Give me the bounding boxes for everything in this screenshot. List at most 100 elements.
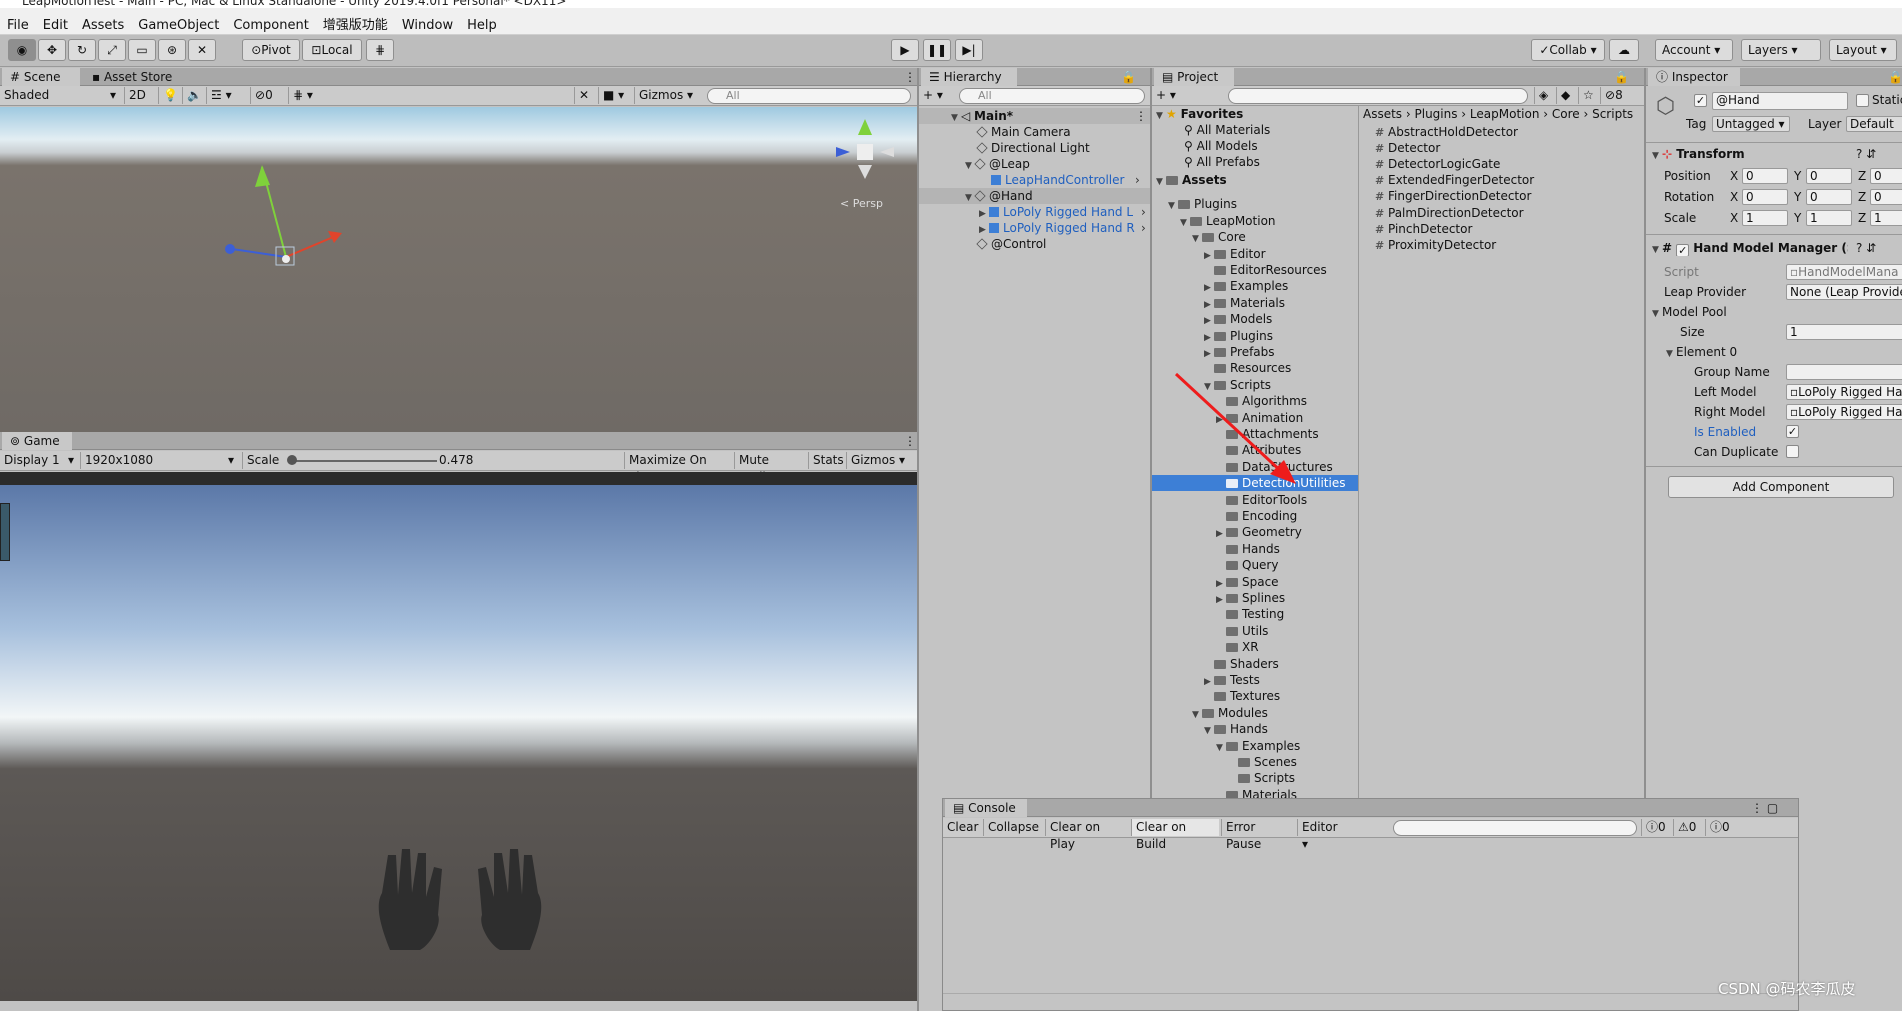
console-error-pause-button[interactable]: Error Pause (1221, 819, 1295, 851)
scale-thumb[interactable] (287, 455, 297, 465)
console-search-input[interactable] (1393, 820, 1637, 836)
breadcrumb-item[interactable]: Plugins (1415, 107, 1458, 121)
hierarchy-item[interactable]: ▶ LoPoly Rigged Hand L (979, 204, 1139, 220)
scale-y[interactable]: 1 (1806, 210, 1852, 226)
local-button[interactable]: ⊡Local (302, 39, 362, 61)
folder-row[interactable]: ▶ Editor (1204, 246, 1266, 262)
folder-row[interactable]: XR (1216, 639, 1259, 655)
folder-row[interactable]: Encoding (1216, 508, 1297, 524)
folder-row[interactable]: Utils (1216, 623, 1268, 639)
hierarchy-item[interactable]: ▶ LoPoly Rigged Hand R (979, 220, 1139, 236)
left-model-field[interactable]: ▫LoPoly Rigged Ha (1786, 384, 1902, 400)
hand-tool-button[interactable]: ◉ (8, 39, 36, 61)
console-clear-button[interactable]: Clear (943, 819, 981, 836)
project-search-input[interactable] (1228, 88, 1528, 104)
resolution-dropdown[interactable]: 1920x1080 ▾ (80, 452, 238, 469)
favorite-item[interactable]: ⚲ All Models (1184, 138, 1258, 154)
folder-row[interactable]: ▼ Core (1192, 229, 1246, 245)
position-z[interactable]: 0 (1870, 168, 1902, 184)
breadcrumb-item[interactable]: LeapMotion (1470, 107, 1540, 121)
prefab-arrow-icon[interactable]: › (1141, 204, 1146, 220)
console-log-toggle[interactable]: ⓘ0 (1641, 819, 1671, 836)
scene-gizmos-dropdown[interactable]: Gizmos ▾ (634, 87, 698, 104)
menu-assets[interactable]: Assets (75, 12, 131, 33)
folder-row[interactable]: ▶ Geometry (1216, 524, 1302, 540)
filter-label-icon[interactable]: ◆ (1556, 87, 1578, 104)
tools-icon[interactable]: ✕ (574, 87, 596, 104)
folder-row[interactable]: ▼ Modules (1192, 705, 1268, 721)
tab-console[interactable]: ▤ Console (945, 799, 1027, 817)
lighting-icon[interactable]: 💡 (158, 87, 180, 104)
console-window-controls[interactable]: ⋮ ▢ ✕ (1743, 799, 1797, 833)
folder-row[interactable]: Materials (1216, 787, 1297, 798)
folder-row[interactable]: ▼ Plugins (1168, 196, 1237, 212)
position-x[interactable]: 0 (1742, 168, 1788, 184)
script-file-item[interactable]: # DetectorLogicGate (1375, 156, 1500, 172)
rotation-y[interactable]: 0 (1806, 189, 1852, 205)
hierarchy-item[interactable]: ▼ @Hand (919, 188, 1150, 204)
account-dropdown[interactable]: Account ▾ (1655, 39, 1733, 61)
hidden-objects-button[interactable]: ⊘0 (250, 87, 284, 104)
scale-slider[interactable]: Scale 0.478 (242, 452, 622, 469)
tab-asset-store[interactable]: ▪ Asset Store (84, 68, 184, 86)
game-gizmos-dropdown[interactable]: Gizmos ▾ (846, 452, 914, 469)
menu-window[interactable]: Window (395, 12, 460, 33)
favorite-item[interactable]: ⚲ All Materials (1184, 122, 1270, 138)
menu-help[interactable]: Help (460, 12, 504, 33)
hierarchy-item[interactable]: ▼ @Leap (965, 156, 1030, 172)
position-y[interactable]: 0 (1806, 168, 1852, 184)
can-duplicate-checkbox[interactable] (1786, 445, 1799, 458)
rect-tool-button[interactable]: ▭ (128, 39, 156, 61)
is-enabled-checkbox[interactable]: ✓ (1786, 425, 1799, 438)
project-add-button[interactable]: + ▾ (1152, 87, 1180, 104)
hierarchy-lock-icon[interactable]: 🔒⋮ (1113, 68, 1147, 102)
scene-menu-icon[interactable]: ⋮ (896, 68, 916, 86)
tab-hierarchy[interactable]: ☰ Hierarchy (921, 68, 1017, 86)
folder-row[interactable]: ▶ Plugins (1204, 328, 1273, 344)
menu-enhanced[interactable]: 增强版功能 (316, 8, 395, 33)
scene-search-input[interactable]: All (707, 88, 911, 104)
menu-edit[interactable]: Edit (36, 12, 75, 33)
console-warning-toggle[interactable]: ⚠0 (1673, 819, 1703, 836)
hierarchy-item[interactable]: LeapHandController › (991, 172, 1140, 188)
console-splitter[interactable] (943, 993, 1798, 994)
hierarchy-add-button[interactable]: + ▾ (919, 87, 947, 104)
foldout-arrow-icon[interactable]: ▼ (1156, 174, 1166, 190)
foldout-arrow-icon[interactable]: ▼ (1192, 707, 1202, 723)
rotate-tool-button[interactable]: ↻ (68, 39, 96, 61)
right-model-field[interactable]: ▫LoPoly Rigged Ha (1786, 404, 1902, 420)
transform-header[interactable]: ▼ ⊹ Transform (1652, 146, 1745, 162)
snap-button[interactable]: ⋕ (366, 39, 394, 61)
folder-row[interactable]: ▼ Hands (1204, 721, 1268, 737)
folder-row[interactable]: ▼ Examples (1216, 738, 1300, 754)
hierarchy-scene-row[interactable]: ▼ ◁ Main* ⋮ (919, 108, 1150, 124)
hierarchy-item[interactable]: @Control (976, 236, 1046, 252)
breadcrumb-item[interactable]: Core (1552, 107, 1580, 121)
prefab-arrow-icon[interactable]: › (1141, 220, 1146, 236)
model-pool-foldout[interactable]: ▼ Model Pool (1652, 304, 1727, 320)
tab-game[interactable]: ⊚ Game (2, 432, 72, 450)
grid-icon[interactable]: ⋕ ▾ (288, 87, 324, 104)
scale-z[interactable]: 1 (1870, 210, 1902, 226)
pause-button[interactable]: ❚❚ (923, 39, 951, 61)
leap-provider-field[interactable]: None (Leap Provide (1786, 284, 1902, 300)
breadcrumb-item[interactable]: Scripts (1592, 107, 1633, 121)
folder-row[interactable]: ▶ Tests (1204, 672, 1260, 688)
filter-type-icon[interactable]: ◈ (1534, 87, 1556, 104)
folder-row[interactable]: ▼ LeapMotion (1180, 213, 1276, 229)
tab-inspector[interactable]: ⓘ Inspector (1648, 68, 1740, 86)
folder-row[interactable]: ▼ Assets (1156, 172, 1227, 188)
console-error-toggle[interactable]: ⓘ0 (1705, 819, 1735, 836)
foldout-arrow-icon[interactable]: ▼ (1168, 198, 1178, 214)
effects-icon[interactable]: ☲ ▾ (206, 87, 244, 104)
script-file-item[interactable]: # AbstractHoldDetector (1375, 124, 1518, 140)
console-editor-dropdown[interactable]: Editor ▾ (1297, 819, 1349, 851)
folder-row[interactable]: ▶ Prefabs (1204, 344, 1275, 360)
step-button[interactable]: ▶| (955, 39, 983, 61)
maximize-on-play-button[interactable]: Maximize On Play (624, 452, 734, 484)
element-foldout[interactable]: ▼ Element 0 (1666, 344, 1737, 360)
camera-icon[interactable]: ■ ▾ (598, 87, 632, 104)
folder-row[interactable]: Testing (1216, 606, 1284, 622)
folder-row[interactable]: ▶ Materials (1204, 295, 1285, 311)
audio-icon[interactable]: 🔈 (182, 87, 204, 104)
